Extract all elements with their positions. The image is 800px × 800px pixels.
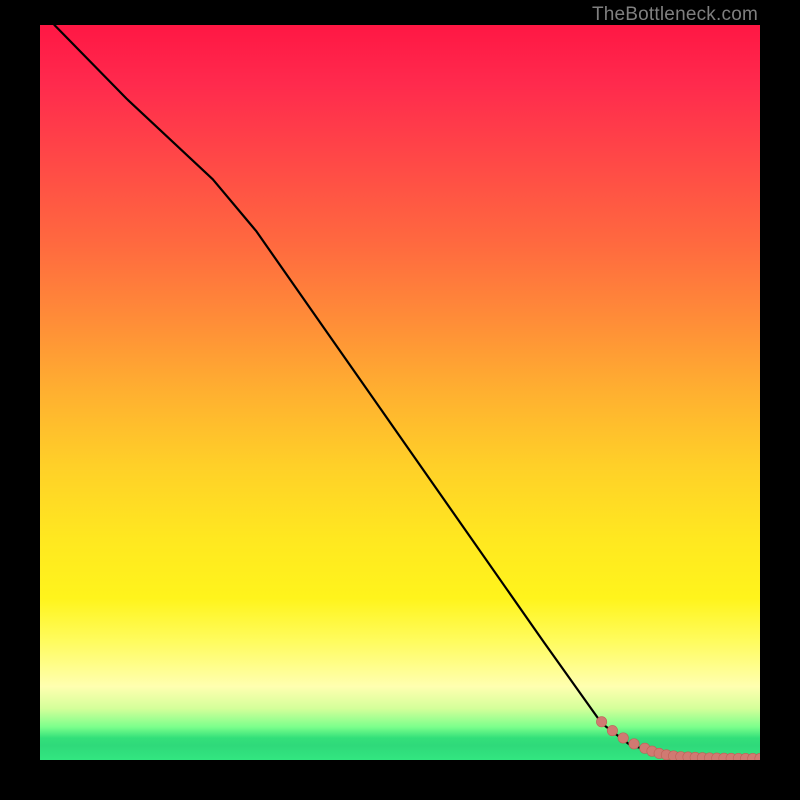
marker-layer — [596, 717, 760, 760]
data-point-marker — [618, 733, 628, 743]
chart-svg — [40, 25, 760, 760]
data-point-marker — [596, 717, 606, 727]
plot-area — [40, 25, 760, 760]
data-point-marker — [607, 725, 617, 735]
chart-stage: TheBottleneck.com — [0, 0, 800, 800]
attribution-label: TheBottleneck.com — [592, 4, 758, 26]
data-point-marker — [629, 739, 639, 749]
bottleneck-curve — [54, 25, 760, 759]
curve-layer — [54, 25, 760, 759]
